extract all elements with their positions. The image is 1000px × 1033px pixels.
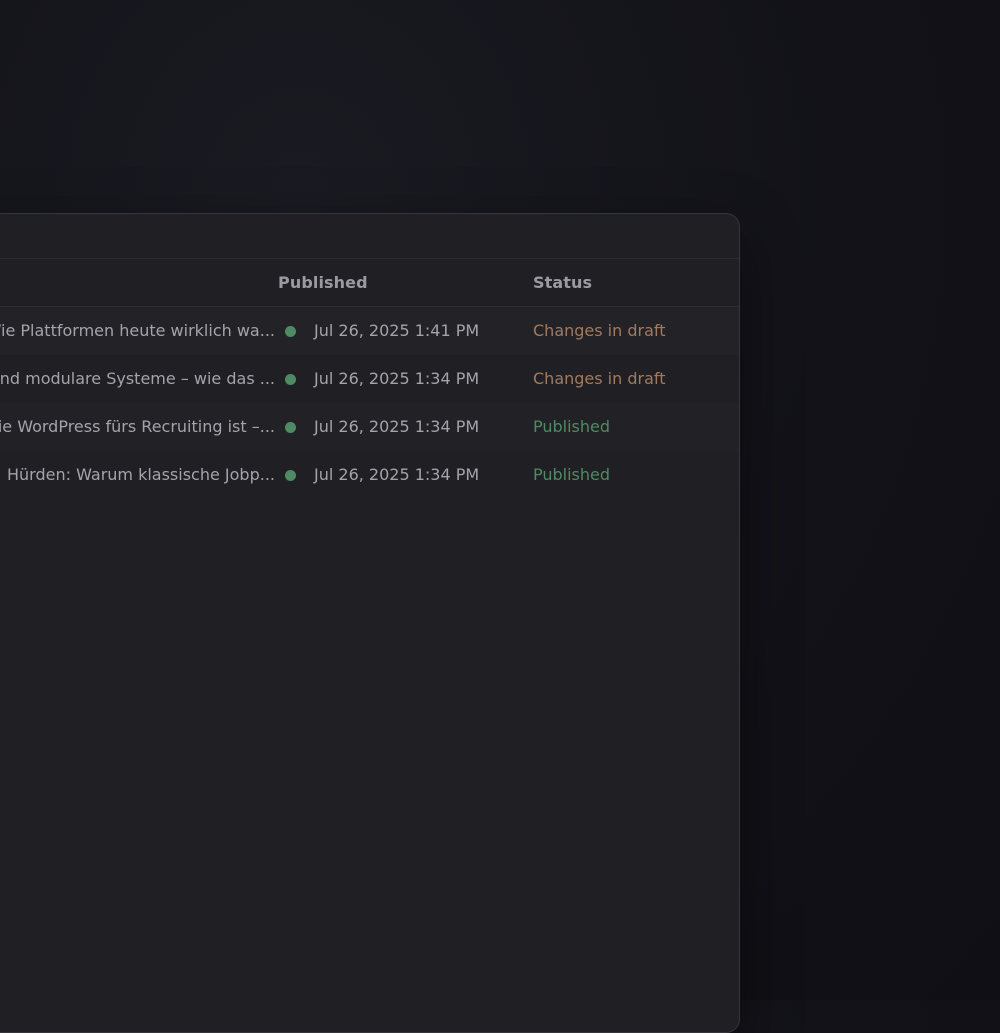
row-title: Wie Plattformen heute wirklich wa... bbox=[0, 321, 275, 340]
status-dot-icon bbox=[285, 326, 296, 337]
column-header-status[interactable]: Status bbox=[533, 273, 592, 292]
row-published-date: Jul 26, 2025 1:41 PM bbox=[314, 321, 480, 340]
table-row[interactable]: und modulare Systeme – wie das ... Jul 2… bbox=[0, 355, 739, 403]
panel-toolbar bbox=[0, 214, 739, 259]
row-published-date: Jul 26, 2025 1:34 PM bbox=[314, 417, 480, 436]
row-status: Published bbox=[533, 465, 611, 484]
row-status: Published bbox=[533, 417, 611, 436]
table-row[interactable]: Hürden: Warum klassische Jobp... Jul 26,… bbox=[0, 451, 739, 499]
table-row[interactable]: Wie Plattformen heute wirklich wa... Jul… bbox=[0, 307, 739, 355]
row-status: Changes in draft bbox=[533, 321, 666, 340]
row-published-date: Jul 26, 2025 1:34 PM bbox=[314, 465, 480, 484]
table-body: Wie Plattformen heute wirklich wa... Jul… bbox=[0, 307, 739, 499]
column-header-published[interactable]: Published bbox=[278, 273, 368, 292]
row-published-date: Jul 26, 2025 1:34 PM bbox=[314, 369, 480, 388]
row-title: ie WordPress fürs Recruiting ist –... bbox=[0, 417, 275, 436]
table-header: Published Status bbox=[0, 259, 739, 307]
status-dot-icon bbox=[285, 374, 296, 385]
row-title: und modulare Systeme – wie das ... bbox=[0, 369, 275, 388]
row-status: Changes in draft bbox=[533, 369, 666, 388]
row-title: Hürden: Warum klassische Jobp... bbox=[7, 465, 275, 484]
status-dot-icon bbox=[285, 470, 296, 481]
content-table-panel: Published Status Wie Plattformen heute w… bbox=[0, 213, 740, 1033]
table-row[interactable]: ie WordPress fürs Recruiting ist –... Ju… bbox=[0, 403, 739, 451]
status-dot-icon bbox=[285, 422, 296, 433]
